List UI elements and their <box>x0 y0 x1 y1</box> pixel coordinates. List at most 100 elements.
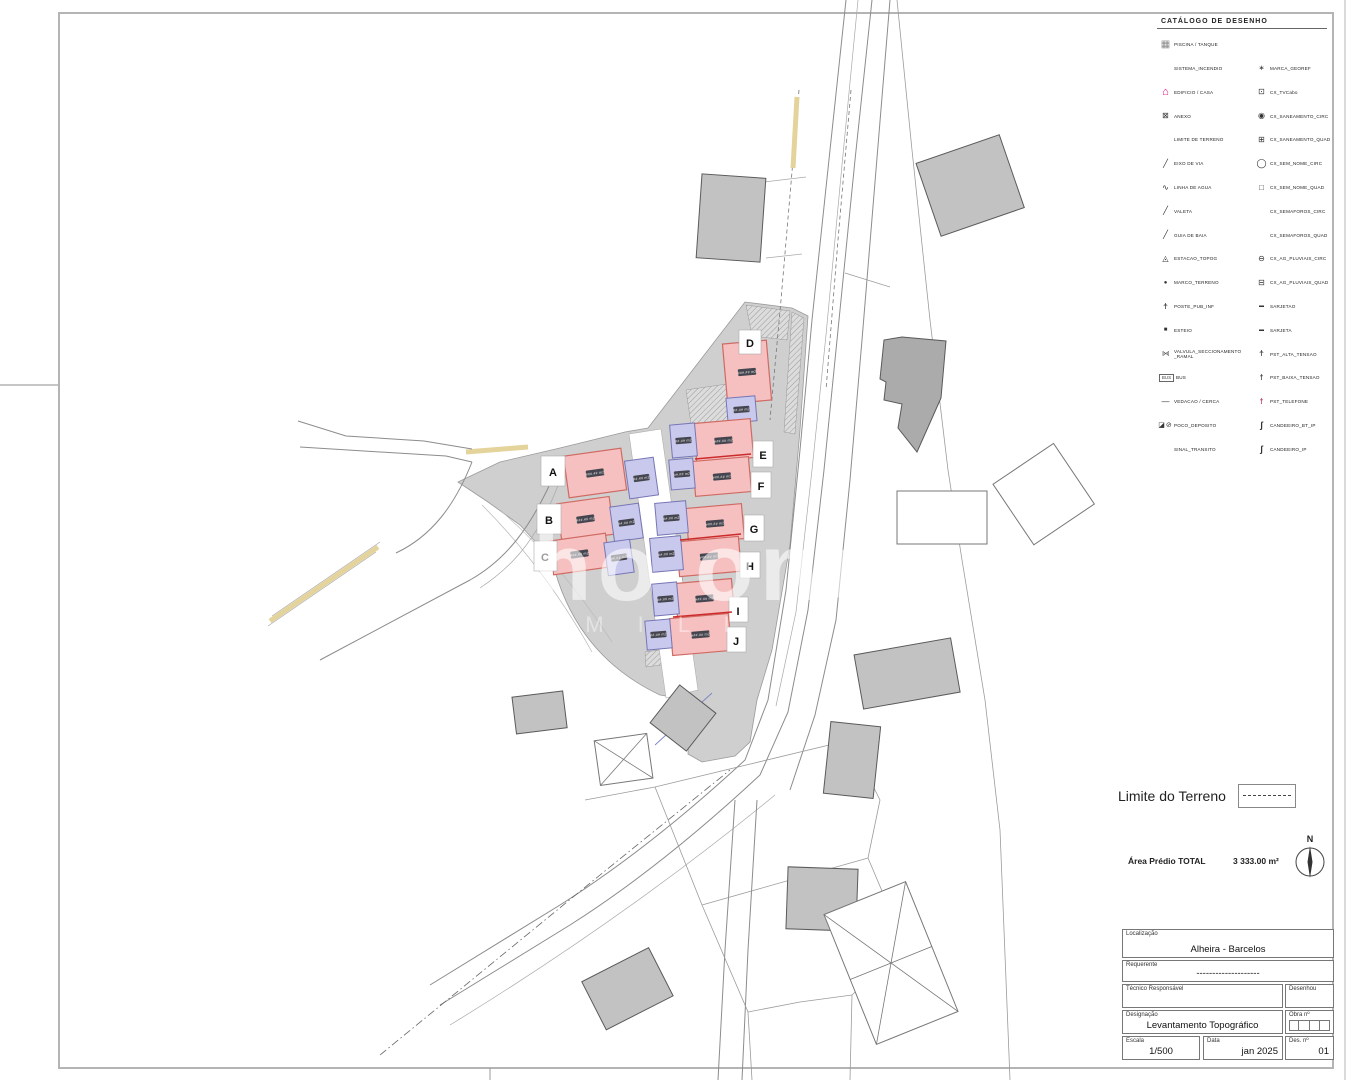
building <box>582 948 673 1030</box>
legend-label: PISCINA / TANQUE <box>1174 42 1246 47</box>
legend-label: CANDEEIRO_BT_IP <box>1270 423 1335 428</box>
legend-row: ╱GUIA DE BAIA <box>1157 223 1253 247</box>
sewer-circ-icon: ◉ <box>1253 112 1270 120</box>
legend-label: CANDEEIRO_IP <box>1270 447 1335 452</box>
legend-row: ●MARCO_TERRENO <box>1157 271 1253 295</box>
legend-label: POSTE_PUB_INF <box>1174 304 1246 309</box>
legend-row: ⊞CX_SANEAMENTO_QUAD <box>1253 128 1335 152</box>
field-label: Desenhou <box>1289 986 1316 992</box>
stake-icon: ■ <box>1157 327 1174 333</box>
site-plan-drawing: ###.## m2 ##.## m2 A ###.## m2 ##.## m2 <box>0 0 1356 1080</box>
field-value: -------------------- <box>1123 968 1333 979</box>
building <box>854 638 960 709</box>
legend-row: ◉CX_SANEAMENTO_CIRC <box>1253 104 1335 128</box>
legend-row: ⊡CX_TVCabo <box>1253 81 1335 105</box>
legend-label: LINHA DE AGUA <box>1174 185 1246 190</box>
gutter-icon: ╱ <box>1157 207 1174 215</box>
watermark: ho onc I M I L I <box>533 514 884 637</box>
lamp-bt-icon: ʃ <box>1253 421 1270 430</box>
georef-icon: ∗ <box>1253 65 1270 72</box>
legend-row: SINAL_TRANSITO <box>1157 438 1253 462</box>
field-escala: Escala 1/500 <box>1122 1036 1200 1060</box>
legend-label: ANEXO <box>1174 114 1246 119</box>
legend-label: ESTACAO_TOPOG <box>1174 256 1246 261</box>
north-label: N <box>1307 834 1314 844</box>
legend-row: CX_SEMAFOROS_QUAD <box>1253 223 1335 247</box>
drain-icon: ▬ <box>1253 304 1270 309</box>
waterline-icon: ∿ <box>1157 184 1174 192</box>
legend-label: CX_SANEAMENTO_CIRC <box>1270 114 1335 119</box>
legend-label: CX_SANEAMENTO_QUAD <box>1270 137 1335 142</box>
obra-grid <box>1289 1020 1330 1031</box>
legend-label: LIMITE DE TERRENO <box>1174 137 1246 142</box>
legend-label: CX_SEM_NOME_CIRC <box>1270 161 1335 166</box>
building-crossed <box>824 882 958 1045</box>
field-designacao: Designação Levantamento Topográfico <box>1122 1010 1283 1034</box>
pluvial-quad-icon: ⊟ <box>1253 279 1270 287</box>
legend-label: CX_SEM_NOME_QUAD <box>1270 185 1335 190</box>
survey-station-icon: ◬ <box>1157 255 1174 263</box>
legend-row: ∗MARCA_GEOREF <box>1253 57 1335 81</box>
phone-pole-icon: ϯ <box>1253 398 1270 406</box>
bus-icon: BUS <box>1159 374 1174 383</box>
field-label: Designação <box>1126 1012 1158 1018</box>
annex-icon: ⊠ <box>1157 112 1174 120</box>
svg-text:J: J <box>733 636 739 648</box>
sewer-quad-icon: ⊞ <box>1253 136 1270 144</box>
svg-text:F: F <box>758 481 765 493</box>
legend-row: SISTEMA_INCENDIO <box>1157 57 1253 81</box>
legend-label: CX_TVCabo <box>1270 90 1335 95</box>
field-requerente: Requerente -------------------- <box>1122 960 1334 982</box>
legend-col-right: ∗MARCA_GEOREF⊡CX_TVCabo◉CX_SANEAMENTO_CI… <box>1253 57 1335 462</box>
legend-label: PST_TELEFONE <box>1270 399 1335 404</box>
legend-row: ╱VALETA <box>1157 200 1253 224</box>
legend-panel: CATÁLOGO DE DESENHO ▦PISCINA / TANQUESIS… <box>1157 16 1335 466</box>
building-icon: ⌂ <box>1157 87 1174 98</box>
legend-row: ϮPOSTE_PUB_INF <box>1157 295 1253 319</box>
total-area-label: Área Prédio TOTAL <box>1128 856 1233 866</box>
svg-text:A: A <box>549 467 557 479</box>
legend-row: ϮPST_ALTA_TENSAO <box>1253 342 1335 366</box>
field-label: Des. nº <box>1289 1038 1309 1044</box>
svg-text:ho onc: ho onc <box>533 514 884 621</box>
legend-row: ■ESTEIO <box>1157 319 1253 343</box>
title-block: Localização Alheira - Barcelos Requerent… <box>1120 928 1336 1062</box>
svg-text:E: E <box>759 450 766 462</box>
field-value: 01 <box>1286 1046 1333 1057</box>
field-label: Localização <box>1126 931 1158 937</box>
north-arrow: N <box>1292 832 1328 884</box>
legend-label: MARCO_TERRENO <box>1174 280 1246 285</box>
legend-label: EDIFICIO / CASA <box>1174 90 1246 95</box>
legend-label: VALETA <box>1174 209 1246 214</box>
field-label: Escala <box>1126 1038 1144 1044</box>
drain-icon: ▬ <box>1253 328 1270 333</box>
field-value: Alheira - Barcelos <box>1123 944 1333 955</box>
building-outline <box>993 443 1094 544</box>
terrain-limit-label: Limite do Terreno <box>1118 788 1226 804</box>
field-value: jan 2025 <box>1204 1046 1282 1057</box>
field-data: Data jan 2025 <box>1203 1036 1283 1060</box>
terrain-limit-symbol <box>1238 784 1296 808</box>
legend-label: PST_ALTA_TENSAO <box>1270 352 1335 357</box>
pool-hatch-icon: ▦ <box>1157 40 1174 50</box>
landmark-icon: ● <box>1157 280 1174 286</box>
legend-label: CX_AG_PLUVIAIS_CIRC <box>1270 256 1335 261</box>
legend-row: —VEDACAO / CERCA <box>1157 390 1253 414</box>
legend-row: ⊖CX_AG_PLUVIAIS_CIRC <box>1253 247 1335 271</box>
legend-row: ϯPST_TELEFONE <box>1253 390 1335 414</box>
legend-row: ◯CX_SEM_NOME_CIRC <box>1253 152 1335 176</box>
building <box>823 722 880 799</box>
field-value: 1/500 <box>1123 1046 1199 1057</box>
legend-label: SISTEMA_INCENDIO <box>1174 66 1246 71</box>
lt-pole-icon: ϯ <box>1253 374 1270 382</box>
legend-row: CX_SEMAFOROS_CIRC <box>1253 200 1335 224</box>
field-desenhou: Desenhou <box>1285 984 1334 1008</box>
legend-label: SARJETAO <box>1270 304 1335 309</box>
field-label: Técnico Responsável <box>1126 986 1183 992</box>
building-outline <box>897 491 987 544</box>
building <box>916 135 1024 236</box>
legend-row: ⊟CX_AG_PLUVIAIS_QUAD <box>1253 271 1335 295</box>
well-icon: ◪⊘ <box>1157 422 1174 429</box>
legend-label: CX_SEMAFOROS_CIRC <box>1270 209 1335 214</box>
field-label: Data <box>1207 1038 1220 1044</box>
